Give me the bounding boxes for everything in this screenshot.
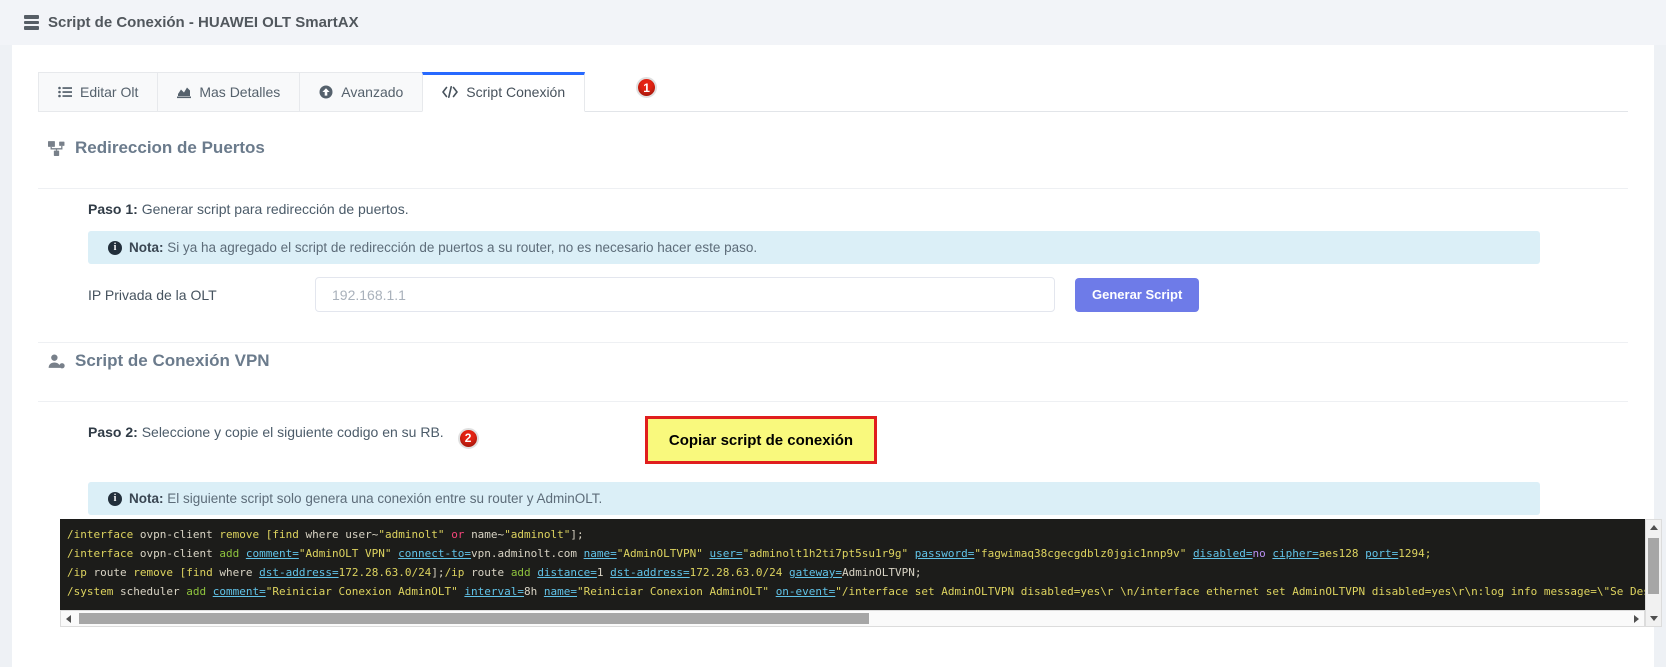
generar-script-button[interactable]: Generar Script <box>1075 278 1199 312</box>
sitemap-icon <box>48 141 65 156</box>
section-title-script-vpn: Script de Conexión VPN <box>48 351 1628 371</box>
vertical-scroll-thumb[interactable] <box>1648 538 1659 594</box>
arrow-up-circle-icon <box>319 85 333 99</box>
tab-label: Script Conexión <box>466 84 565 100</box>
tab-avanzado[interactable]: Avanzado <box>299 72 423 112</box>
ip-field-label: IP Privada de la OLT <box>88 287 315 303</box>
copiar-script-button[interactable]: Copiar script de conexión <box>645 416 877 464</box>
script-code-region: /interface ovpn-client remove [find wher… <box>60 519 1662 627</box>
step-2-row: Paso 2: Seleccione y copie el siguiente … <box>88 418 1628 474</box>
list-icon <box>58 85 72 99</box>
scroll-left-button[interactable] <box>62 612 75 625</box>
horizontal-scrollbar[interactable] <box>60 610 1645 627</box>
chart-area-icon <box>177 85 191 99</box>
top-header-bar: Script de Conexión - HUAWEI OLT SmartAX <box>0 0 1666 45</box>
horizontal-scroll-thumb[interactable] <box>79 613 869 624</box>
tab-label: Avanzado <box>341 84 403 100</box>
tab-bar: Editar Olt Mas Detalles Avanzado Script … <box>38 72 1628 112</box>
divider <box>38 401 1628 402</box>
main-card: Editar Olt Mas Detalles Avanzado Script … <box>12 45 1654 667</box>
step-1-text: Paso 1: Generar script para redirección … <box>88 201 1628 217</box>
annotation-badge-2: 2 <box>458 428 479 449</box>
tab-script-conexion[interactable]: Script Conexión <box>422 72 585 112</box>
ip-form-row: IP Privada de la OLT Generar Script <box>88 277 1628 312</box>
section-title-redireccion-puertos: Redireccion de Puertos <box>48 138 1628 158</box>
code-icon <box>442 86 458 98</box>
info-icon: i <box>108 241 122 255</box>
vertical-scrollbar[interactable] <box>1645 519 1662 627</box>
info-icon: i <box>108 492 122 506</box>
tab-editar-olt[interactable]: Editar Olt <box>38 72 158 112</box>
tab-label: Mas Detalles <box>199 84 280 100</box>
scroll-down-button[interactable] <box>1647 612 1660 625</box>
divider <box>38 342 1628 343</box>
tab-label: Editar Olt <box>80 84 138 100</box>
page-title: Script de Conexión - HUAWEI OLT SmartAX <box>48 14 359 31</box>
ip-input[interactable] <box>315 277 1055 312</box>
code-content[interactable]: /interface ovpn-client remove [find wher… <box>60 519 1645 610</box>
scroll-up-button[interactable] <box>1647 521 1660 534</box>
annotation-badge-1: 1 <box>636 77 657 98</box>
divider <box>38 188 1628 189</box>
user-icon <box>48 354 65 369</box>
tab-mas-detalles[interactable]: Mas Detalles <box>157 72 300 112</box>
server-icon <box>24 15 39 30</box>
note-alert-vpn: i Nota: El siguiente script solo genera … <box>88 482 1540 515</box>
note-alert-ports: i Nota: Si ya ha agregado el script de r… <box>88 231 1540 264</box>
scroll-right-button[interactable] <box>1630 612 1643 625</box>
